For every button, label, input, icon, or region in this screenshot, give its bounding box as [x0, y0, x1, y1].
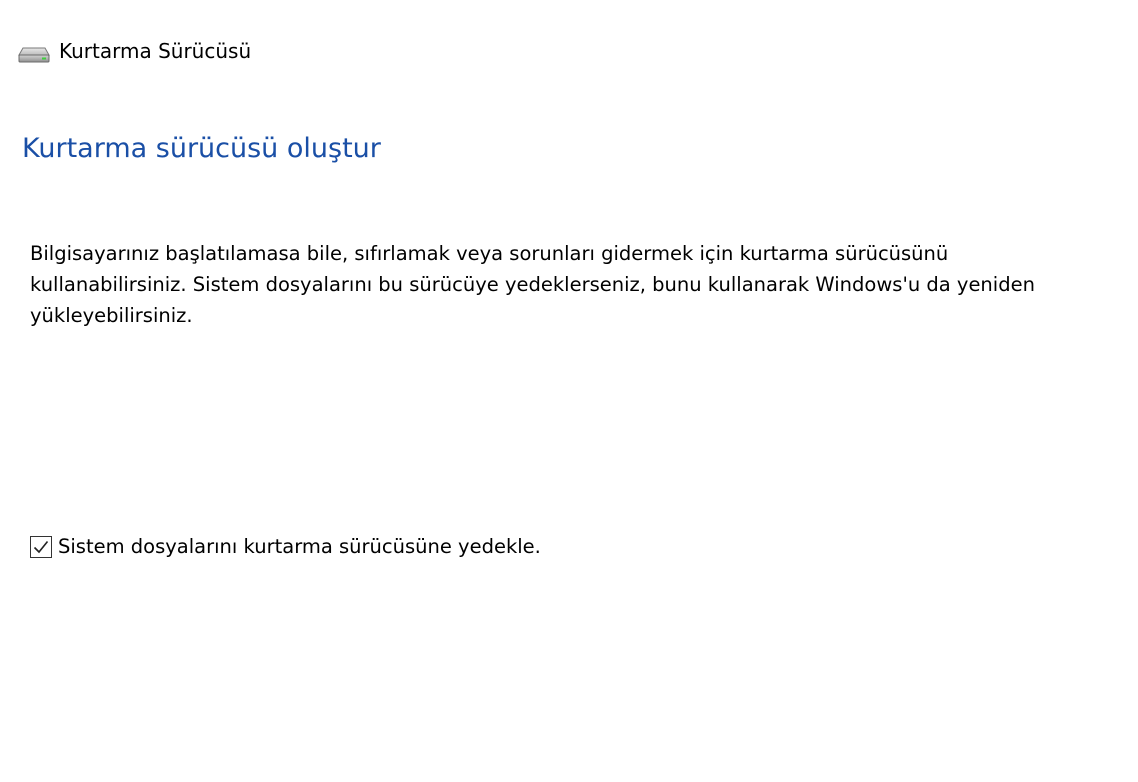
drive-icon: [18, 47, 50, 63]
backup-system-files-checkbox[interactable]: [30, 535, 52, 558]
backup-system-files-option[interactable]: Sistem dosyalarını kurtarma sürücüsüne y…: [30, 535, 541, 558]
page-heading: Kurtarma sürücüsü oluştur: [22, 133, 381, 164]
window-title: Kurtarma Sürücüsü: [59, 39, 252, 63]
description-text: Bilgisayarınız başlatılamasa bile, sıfır…: [30, 242, 1035, 327]
title-bar: Kurtarma Sürücüsü: [18, 36, 251, 66]
backup-system-files-label[interactable]: Sistem dosyalarını kurtarma sürücüsüne y…: [58, 535, 541, 558]
checkmark-icon: [33, 540, 49, 553]
recovery-drive-window: Kurtarma Sürücüsü Kurtarma sürücüsü oluş…: [0, 0, 1138, 782]
